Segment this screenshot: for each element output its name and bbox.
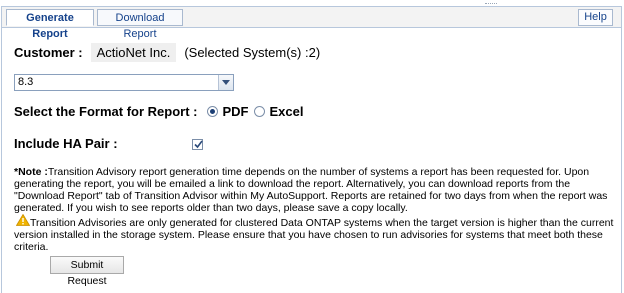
tab-download-report[interactable]: Download Report (97, 9, 183, 40)
note-body: Transition Advisory report generation ti… (14, 166, 608, 214)
top-divider (485, 0, 497, 4)
customer-label: Customer : (14, 45, 83, 60)
customer-name: ActioNet Inc. (90, 43, 177, 62)
format-label: Select the Format for Report : (14, 104, 198, 119)
tab-generate-report[interactable]: Generate Report (6, 9, 94, 40)
chevron-down-icon[interactable] (218, 75, 233, 90)
ha-pair-row: Include HA Pair : (14, 136, 118, 151)
selected-systems-count: (Selected System(s) :2) (184, 45, 321, 60)
radio-pdf[interactable] (207, 106, 219, 117)
note-prefix: *Note : (14, 166, 48, 178)
warning-text: Transition Advisories are only generated… (14, 217, 614, 253)
format-row: Select the Format for Report : PDF Excel (14, 104, 303, 119)
ha-pair-label: Include HA Pair : (14, 136, 118, 151)
radio-excel[interactable] (254, 106, 266, 117)
radio-pdf-label: PDF (222, 104, 249, 119)
version-select[interactable]: 8.3 (14, 74, 234, 91)
submit-request-button[interactable]: Submit Request (50, 256, 124, 287)
customer-row: Customer : ActioNet Inc. (Selected Syste… (14, 43, 320, 62)
version-select-value: 8.3 (18, 76, 34, 88)
ha-pair-checkbox[interactable] (192, 139, 203, 150)
help-button[interactable]: Help (578, 9, 613, 26)
note-text: *Note :Transition Advisory report genera… (14, 166, 614, 214)
tab-bar: Generate Report Download Report Help (1, 6, 622, 40)
checkmark-icon (194, 140, 203, 149)
report-panel (1, 27, 622, 293)
radio-excel-label: Excel (269, 104, 304, 119)
